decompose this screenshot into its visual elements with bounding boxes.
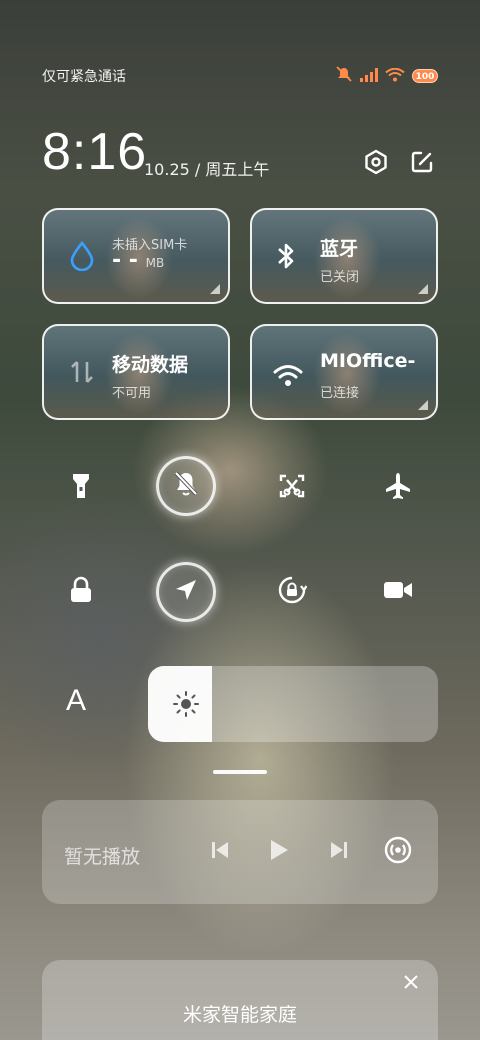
mobile-data-sub: 不可用: [112, 386, 152, 401]
cast-icon: [384, 836, 412, 868]
bell-off-icon: [172, 470, 200, 502]
silent-toggle[interactable]: [156, 456, 216, 516]
flashlight-icon: [70, 472, 92, 504]
next-icon: [329, 840, 349, 864]
clock-time: 8:16: [42, 123, 148, 181]
close-icon: [404, 974, 418, 993]
wifi-tile[interactable]: MIOffice- 已连接: [250, 324, 438, 420]
lock-toggle[interactable]: [51, 562, 111, 622]
lock-icon: [69, 576, 93, 608]
airplane-toggle[interactable]: [368, 458, 428, 518]
tile-corner-indicator: [418, 284, 428, 294]
font-size-button[interactable]: A: [66, 684, 86, 718]
wifi-sub: 已连接: [320, 386, 360, 401]
media-status: 暂无播放: [64, 846, 141, 868]
media-card: 暂无播放: [42, 800, 438, 904]
previous-button[interactable]: [204, 836, 236, 868]
smart-home-title: 米家智能家庭: [182, 1004, 297, 1026]
clock-date: 10.25 / 周五上午: [144, 160, 270, 179]
location-toggle[interactable]: [156, 562, 216, 622]
smart-home-card[interactable]: 米家智能家庭: [42, 960, 438, 1040]
edit-icon: [410, 150, 434, 178]
mute-icon: [335, 66, 353, 86]
sun-icon: [172, 690, 200, 718]
brightness-slider[interactable]: [148, 666, 438, 742]
wifi-status-icon: [385, 67, 405, 86]
settings-button[interactable]: [362, 149, 390, 179]
screenshot-icon: [278, 472, 306, 504]
video-toggle[interactable]: [368, 562, 428, 622]
carrier-status: 仅可紧急通话: [42, 69, 126, 85]
data-usage-sub: 未插入SIM卡: [112, 238, 188, 253]
data-usage-unit: MB: [145, 256, 165, 270]
mobile-data-title: 移动数据: [112, 354, 189, 376]
close-button[interactable]: [400, 972, 422, 994]
water-drop-icon: [66, 240, 98, 272]
mobile-data-tile[interactable]: 移动数据 不可用: [42, 324, 230, 420]
play-icon: [268, 838, 290, 866]
drag-handle[interactable]: [213, 770, 267, 774]
rotation-lock-icon: [277, 575, 308, 609]
previous-icon: [210, 840, 230, 864]
bluetooth-title: 蓝牙: [320, 238, 359, 260]
play-button[interactable]: [263, 836, 295, 868]
next-button[interactable]: [323, 836, 355, 868]
signal-icon: [360, 67, 378, 86]
flashlight-toggle[interactable]: [51, 458, 111, 518]
status-icons: 100: [335, 66, 438, 86]
battery-icon: 100: [412, 69, 438, 83]
airplane-icon: [383, 471, 413, 505]
bluetooth-icon: [270, 240, 302, 272]
wifi-icon: [272, 360, 304, 392]
data-usage-tile[interactable]: - - MB 未插入SIM卡: [42, 208, 230, 304]
cast-button[interactable]: [382, 836, 414, 868]
edit-button[interactable]: [408, 150, 436, 178]
screenshot-toggle[interactable]: [262, 458, 322, 518]
wifi-title: MIOffice-: [320, 350, 416, 372]
mobile-data-icon: [66, 356, 98, 388]
video-icon: [383, 579, 413, 605]
tile-corner-indicator: [210, 284, 220, 294]
location-icon: [173, 577, 199, 607]
bluetooth-sub: 已关闭: [320, 270, 360, 285]
settings-hex-icon: [363, 149, 389, 179]
tile-corner-indicator: [418, 400, 428, 410]
rotation-lock-toggle[interactable]: [262, 562, 322, 622]
bluetooth-tile[interactable]: 蓝牙 已关闭: [250, 208, 438, 304]
